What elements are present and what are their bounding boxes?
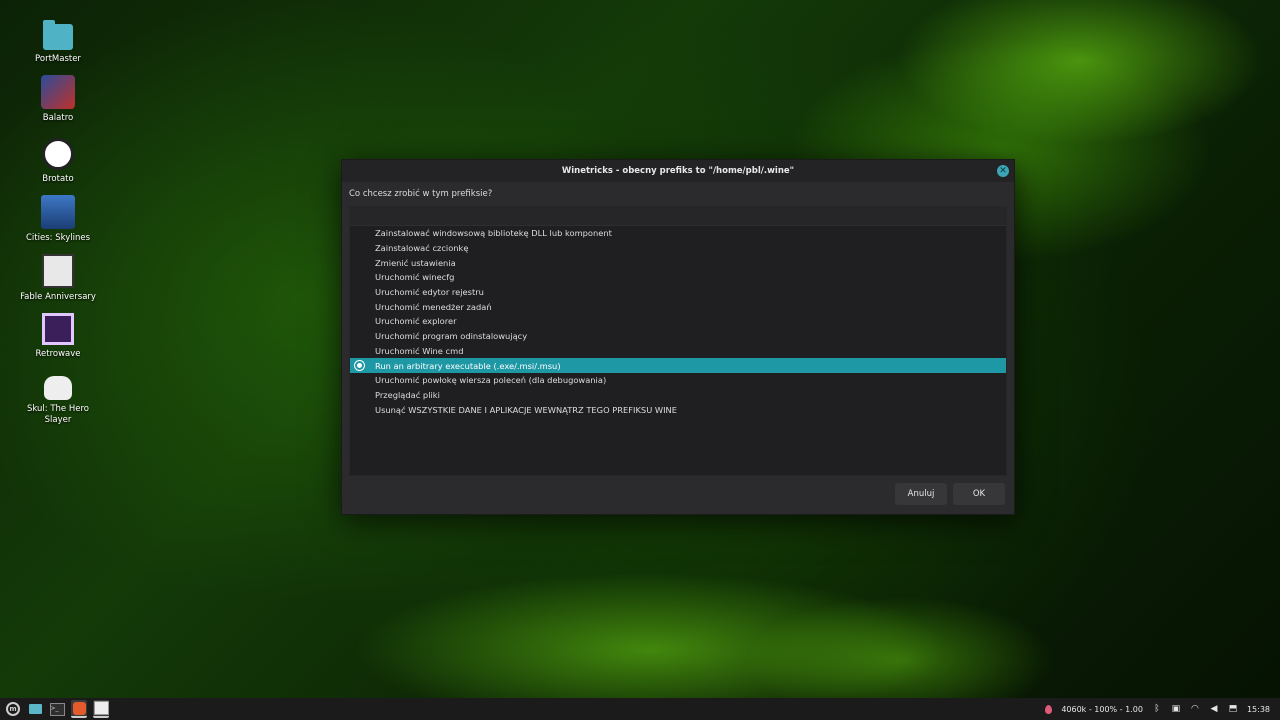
option-row[interactable]: Zainstalować windowsową bibliotekę DLL l… <box>350 226 1006 241</box>
winetricks-window-button[interactable] <box>93 700 109 718</box>
cities-skylines-icon <box>41 195 75 229</box>
brotato-icon <box>42 138 74 170</box>
terminal-icon: >_ <box>49 702 65 716</box>
options-rows: Zainstalować windowsową bibliotekę DLL l… <box>350 226 1006 417</box>
option-label: Uruchomić edytor rejestru <box>375 287 484 298</box>
desktop-icon-portmaster[interactable]: PortMaster <box>14 18 102 65</box>
option-label: Zmienić ustawienia <box>375 257 456 268</box>
desktop-icon-brotato[interactable]: Brotato <box>14 134 102 185</box>
bluetooth-icon[interactable]: ᛒ <box>1152 704 1162 714</box>
retrowave-icon <box>42 313 74 345</box>
terminal-launcher[interactable]: >_ <box>49 701 65 717</box>
option-label: Uruchomić explorer <box>375 316 457 327</box>
cancel-button[interactable]: Anuluj <box>895 483 947 505</box>
balatro-icon <box>41 75 75 109</box>
dialog-titlebar[interactable]: Winetricks - obecny prefiks to "/home/pb… <box>342 160 1014 182</box>
option-label: Run an arbitrary executable (.exe/.msi/.… <box>375 360 561 371</box>
app-icon <box>72 701 86 715</box>
fable-icon <box>42 254 74 288</box>
options-list[interactable]: Zainstalować windowsową bibliotekę DLL l… <box>349 206 1007 476</box>
desktop-icon-label: PortMaster <box>35 54 81 64</box>
winetricks-dialog: Winetricks - obecny prefiks to "/home/pb… <box>341 159 1015 515</box>
radio-button[interactable] <box>355 361 364 371</box>
desktop-icon-skul[interactable]: Skul: The Hero Slayer <box>14 370 102 426</box>
option-label: Przeglądać pliki <box>375 389 440 400</box>
files-launcher[interactable] <box>27 701 43 717</box>
desktop-icon-retrowave[interactable]: Retrowave <box>14 313 102 360</box>
desktop-icon-label: Cities: Skylines <box>25 233 91 243</box>
window-icon <box>93 701 109 715</box>
option-label: Uruchomić program odinstalowujący <box>375 331 528 342</box>
app-launcher[interactable] <box>71 700 87 718</box>
folder-icon <box>43 20 73 50</box>
radio-button[interactable] <box>355 258 364 267</box>
option-row[interactable]: Uruchomić menedżer zadań <box>350 299 1006 314</box>
mint-menu-icon: m <box>6 702 20 716</box>
option-row[interactable]: Uruchomić edytor rejestru <box>350 285 1006 300</box>
close-icon[interactable]: ✕ <box>997 165 1009 177</box>
desktop-icon-label: Brotato <box>42 174 74 184</box>
option-row[interactable]: Przeglądać pliki <box>350 388 1006 403</box>
option-row[interactable]: Uruchomić explorer <box>350 314 1006 329</box>
ok-button[interactable]: OK <box>953 483 1005 505</box>
option-label: Uruchomić winecfg <box>375 272 455 283</box>
option-row[interactable]: Uruchomić winecfg <box>350 270 1006 285</box>
option-row[interactable]: Zmienić ustawienia <box>350 255 1006 270</box>
desktop-icon-label: Balatro <box>42 113 74 123</box>
option-label: Uruchomić menedżer zadań <box>375 301 492 312</box>
radio-button[interactable] <box>355 346 364 355</box>
wifi-icon[interactable]: ◠ <box>1190 704 1200 714</box>
radio-button[interactable] <box>355 273 364 282</box>
desktop-icon-label: Retrowave <box>35 349 81 359</box>
radio-button[interactable] <box>355 376 364 385</box>
radio-button[interactable] <box>355 288 364 297</box>
desktop-icon-label: Fable Anniversary <box>20 292 96 302</box>
desktop-icon-cities-skylines[interactable]: Cities: Skylines <box>14 195 102 244</box>
option-label: Zainstalować windowsową bibliotekę DLL l… <box>375 228 612 239</box>
taskbar: m >_ 4060k - 100% - 1.00 ᛒ ▣ ◠ ◀ ⬒ 15:38 <box>0 698 1280 720</box>
radio-button[interactable] <box>355 244 364 253</box>
option-label: Usunąć WSZYSTKIE DANE I APLIKACJE WEWNĄT… <box>375 404 677 415</box>
radio-button[interactable] <box>355 332 364 341</box>
option-row[interactable]: Zainstalować czcionkę <box>350 241 1006 256</box>
option-row[interactable]: Uruchomić program odinstalowujący <box>350 329 1006 344</box>
radio-button[interactable] <box>355 302 364 311</box>
taskbar-launchers: m >_ <box>0 700 109 718</box>
location-pin-icon[interactable] <box>1045 704 1053 714</box>
update-manager-icon[interactable]: ⬒ <box>1228 704 1238 714</box>
list-header <box>350 207 1006 226</box>
option-row[interactable]: Uruchomić powłokę wiersza poleceń (dla d… <box>350 373 1006 388</box>
radio-button[interactable] <box>355 229 364 238</box>
radio-button[interactable] <box>355 390 364 399</box>
option-row[interactable]: Uruchomić Wine cmd <box>350 344 1006 359</box>
desktop-icon-fable[interactable]: Fable Anniversary <box>14 254 102 303</box>
tray-status-text: 4060k - 100% - 1.00 <box>1061 704 1143 714</box>
option-label: Zainstalować czcionkę <box>375 243 469 254</box>
option-row[interactable]: Usunąć WSZYSTKIE DANE I APLIKACJE WEWNĄT… <box>350 402 1006 417</box>
printer-icon[interactable]: ▣ <box>1171 704 1181 714</box>
option-label: Uruchomić powłokę wiersza poleceń (dla d… <box>375 375 607 386</box>
option-label: Uruchomić Wine cmd <box>375 345 464 356</box>
start-menu-button[interactable]: m <box>5 701 21 717</box>
desktop-icon-balatro[interactable]: Balatro <box>14 75 102 124</box>
dialog-buttons: Anuluj OK <box>895 483 1005 505</box>
dialog-prompt: Co chcesz zrobić w tym prefiksie? <box>349 189 493 199</box>
desktop-icons: PortMaster Balatro Brotato Cities: Skyli… <box>14 18 102 436</box>
clock[interactable]: 15:38 <box>1247 705 1270 714</box>
radio-button[interactable] <box>355 405 364 414</box>
dialog-title: Winetricks - obecny prefiks to "/home/pb… <box>561 166 795 176</box>
volume-icon[interactable]: ◀ <box>1209 704 1219 714</box>
system-tray: 4060k - 100% - 1.00 ᛒ ▣ ◠ ◀ ⬒ 15:38 <box>1045 704 1280 714</box>
desktop-icon-label: Skul: The Hero Slayer <box>26 404 89 425</box>
radio-button[interactable] <box>355 317 364 326</box>
skul-icon <box>44 376 72 400</box>
option-row[interactable]: Run an arbitrary executable (.exe/.msi/.… <box>350 358 1006 373</box>
folder-icon <box>28 704 42 714</box>
